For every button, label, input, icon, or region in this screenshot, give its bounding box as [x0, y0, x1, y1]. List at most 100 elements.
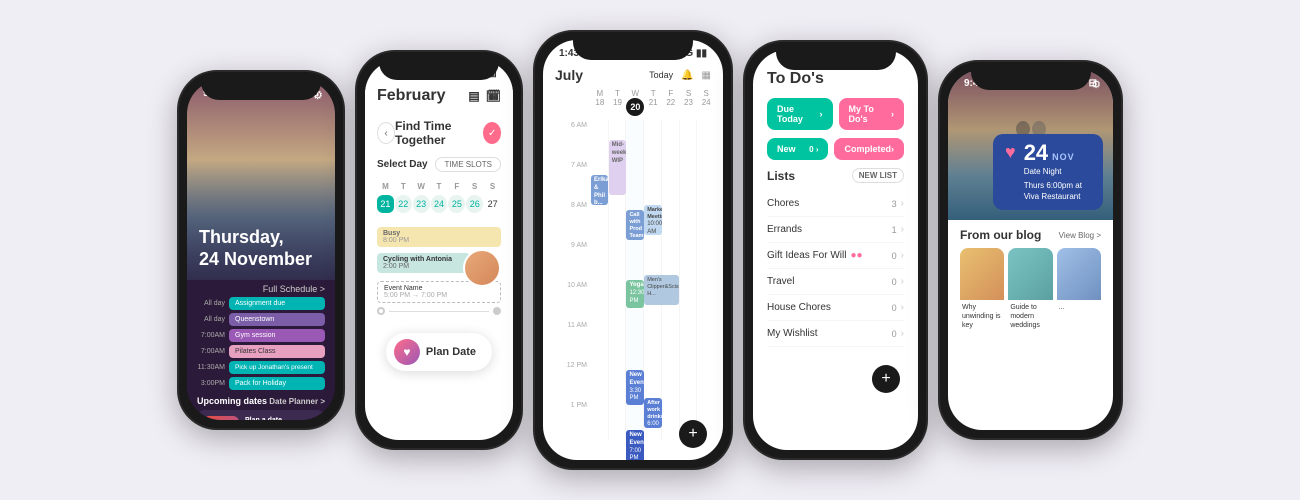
- errands-label: Errands: [767, 224, 802, 235]
- cal-dates-row: 21 22 23 24 25 26 27: [377, 195, 501, 213]
- phone-screen-4: To Do's Due Today › My To Do's › New 0 ›: [753, 50, 918, 450]
- cal-day-24[interactable]: 24: [431, 195, 448, 213]
- event-bar-2: Queenstown: [229, 313, 325, 326]
- due-row: Due Today › My To Do's ›: [767, 98, 904, 130]
- full-schedule-link[interactable]: Full Schedule >: [263, 284, 325, 294]
- date-event-detail: Thurs 6:00pm at Viva Restaurant: [1024, 180, 1091, 202]
- time-slots-button[interactable]: TIME SLOTS: [435, 157, 501, 172]
- upcoming-header: Upcoming dates Date Planner >: [197, 396, 325, 406]
- house-chores-arrow: ›: [901, 302, 904, 313]
- date-night-card[interactable]: ♥ 24 NOV Date Night Thurs 6:00pm at Viva…: [993, 134, 1103, 210]
- day-header-s2: S: [484, 180, 501, 193]
- list-item-chores[interactable]: Chores 3 ›: [767, 191, 904, 217]
- phones-container: 9:41 ● ▲ ⊟ ⊙ ⚙ Thursday, 24 November Ful…: [0, 0, 1300, 500]
- chores-label: Chores: [767, 198, 799, 209]
- phone-notch-5: [971, 62, 1091, 90]
- week-day-m: M18: [591, 87, 609, 118]
- menu-icon[interactable]: ▤: [468, 89, 479, 103]
- chores-count: 3: [892, 199, 897, 209]
- back-button[interactable]: ‹: [377, 122, 395, 144]
- date-planner-link[interactable]: Date Planner >: [269, 397, 325, 406]
- event-item-2: All day Queenstown: [197, 313, 325, 326]
- errands-arrow: ›: [901, 224, 904, 235]
- upcoming-card-title: Plan a date: [245, 416, 319, 420]
- event-item-3: 7:00AM Gym session: [197, 329, 325, 342]
- calendar-icon[interactable]: 🗓: [486, 89, 501, 103]
- date-line1: Thursday,: [199, 228, 323, 248]
- week-header-3: M18 T19 W 20 T21 F22 S23 S24: [543, 87, 723, 118]
- due-today-arrow: ›: [820, 109, 823, 119]
- phone-blog: 9:41 ▲ ⊟ ⊙ ⚙ ♥: [938, 60, 1123, 440]
- month-header-2: February ▤ 🗓: [377, 87, 501, 105]
- travel-label: Travel: [767, 276, 794, 287]
- phone-calendar-july: 1:43 5G ▮▮ July Today 🔔 ▦ M18 T19 W 20: [533, 30, 733, 470]
- event-bar-4: Pilates Class: [229, 345, 325, 358]
- date-month: NOV: [1052, 152, 1075, 162]
- grid-icon[interactable]: ▦: [702, 70, 711, 81]
- list-item-errands[interactable]: Errands 1 ›: [767, 217, 904, 243]
- new-list-button[interactable]: NEW LIST: [852, 168, 904, 183]
- phone-screen-1: 9:41 ● ▲ ⊟ ⊙ ⚙ Thursday, 24 November Ful…: [187, 80, 335, 420]
- calendar-body-3: 6 AM 7 AM 8 AM 9 AM 10 AM 11 AM 12 PM 1 …: [543, 120, 723, 440]
- cal-day-27[interactable]: 27: [484, 195, 501, 213]
- add-todo-button[interactable]: +: [872, 365, 900, 393]
- cal-day-25[interactable]: 25: [448, 195, 465, 213]
- phone-todos: To Do's Due Today › My To Do's › New 0 ›: [743, 40, 928, 460]
- event-prod-team[interactable]: Call with Prod Team 10:30 AM: [626, 210, 643, 240]
- add-event-button[interactable]: +: [679, 420, 707, 448]
- cal-day-26[interactable]: 26: [466, 195, 483, 213]
- new-label: New: [777, 144, 796, 154]
- confirm-button[interactable]: ✓: [483, 122, 501, 144]
- phone-notch-4: [776, 42, 896, 70]
- blog-caption-1: Why unwinding is key: [960, 300, 1004, 333]
- event-midweek[interactable]: Mid-week WIP: [609, 140, 626, 195]
- list-item-travel[interactable]: Travel 0 ›: [767, 269, 904, 295]
- completed-arrow: ›: [891, 144, 894, 154]
- wishlist-label: My Wishlist: [767, 328, 818, 339]
- my-todos-button[interactable]: My To Do's ›: [839, 98, 905, 130]
- new-button[interactable]: New 0 ›: [767, 138, 828, 160]
- plan-date-button[interactable]: ♥ Plan Date: [386, 333, 492, 371]
- day-header-t1: T: [395, 180, 412, 193]
- blog-card-3[interactable]: ...: [1057, 248, 1101, 333]
- completed-button[interactable]: Completed ›: [834, 138, 904, 160]
- cycling-event: Cycling with Antonia 2:00 PM: [377, 253, 470, 273]
- gift-count: 0: [892, 251, 897, 261]
- date-number: 24: [1024, 142, 1048, 164]
- house-chores-count: 0: [892, 303, 897, 313]
- p2-timeline: Busy 8:00 PM Cycling with Antonia 2:00 P…: [365, 219, 513, 319]
- event-item-6: 3:00PM Pack for Holiday: [197, 377, 325, 390]
- phone-notch-1: [201, 72, 321, 100]
- list-item-house-chores[interactable]: House Chores 0 ›: [767, 295, 904, 321]
- time-col-3: 6 AM 7 AM 8 AM 9 AM 10 AM 11 AM 12 PM 1 …: [551, 120, 591, 440]
- cal-day-22[interactable]: 22: [395, 195, 412, 213]
- event-new-1[interactable]: New Event 3:30 PM: [626, 370, 643, 405]
- cal-day-23[interactable]: 23: [413, 195, 430, 213]
- list-item-wishlist[interactable]: My Wishlist 0 ›: [767, 321, 904, 347]
- blog-img-2: [1008, 248, 1052, 300]
- today-button[interactable]: Today: [649, 70, 673, 80]
- event-item-5: 11:30AM Pick up Jonathan's present: [197, 361, 325, 374]
- week-day-w-today: W 20: [626, 87, 644, 118]
- blog-card-2[interactable]: Guide to modern weddings: [1008, 248, 1052, 333]
- lists-title-label: Lists: [767, 169, 795, 183]
- cal-day-21[interactable]: 21: [377, 195, 394, 213]
- blog-card-1[interactable]: Why unwinding is key: [960, 248, 1004, 333]
- due-today-button[interactable]: Due Today ›: [767, 98, 833, 130]
- due-today-label: Due Today: [777, 104, 820, 124]
- event-erika[interactable]: Erika & Phil b... 9:30 AM: [591, 175, 608, 205]
- gear-icon-5[interactable]: ⚙: [1091, 78, 1101, 91]
- avatar-2: [463, 249, 501, 287]
- view-blog-link[interactable]: View Blog >: [1059, 231, 1101, 240]
- upcoming-card[interactable]: Plan a date Relationships are better wit…: [197, 410, 325, 420]
- phone-screen-3: 1:43 5G ▮▮ July Today 🔔 ▦ M18 T19 W 20: [543, 40, 723, 460]
- travel-count: 0: [892, 277, 897, 287]
- cal-header-row: M T W T F S S: [377, 180, 501, 193]
- event-marketing[interactable]: Marketing Meeting 10:00 AM: [644, 205, 661, 235]
- event-clippers[interactable]: Men's Clipper&Scissors H...: [644, 275, 679, 305]
- day-header-w: W: [413, 180, 430, 193]
- list-item-gift[interactable]: Gift Ideas For Will ●● 0 ›: [767, 243, 904, 269]
- heart-icon: ♥: [1005, 142, 1016, 163]
- event-yoga[interactable]: Yoga 12:30 PM: [626, 280, 643, 308]
- day-header-m: M: [377, 180, 394, 193]
